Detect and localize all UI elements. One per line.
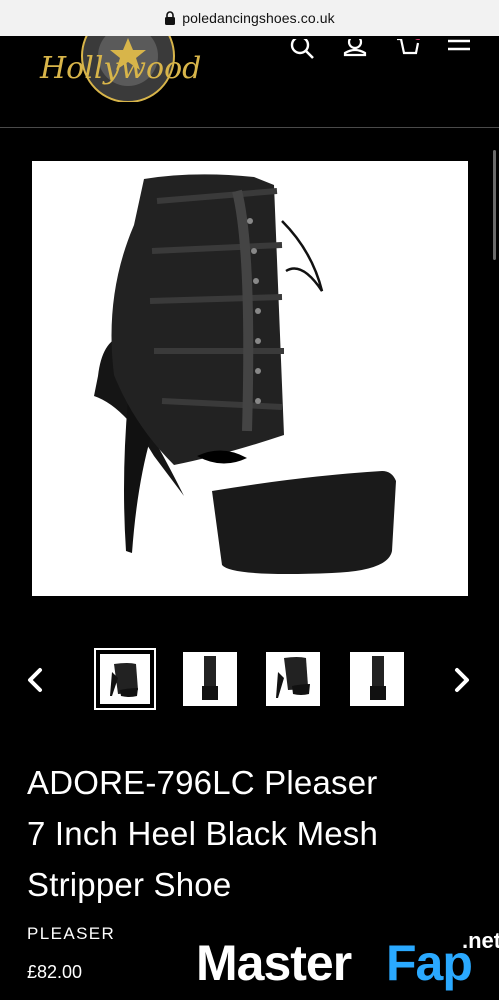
watermark-text-fap: Fap — [386, 935, 473, 991]
search-icon[interactable] — [289, 38, 317, 66]
logo-text: Hollywood — [39, 51, 201, 86]
account-icon[interactable] — [341, 38, 369, 66]
page-scrollbar[interactable] — [493, 150, 496, 260]
product-vendor[interactable]: PLEASER — [27, 924, 115, 944]
header-divider — [0, 127, 499, 128]
site-logo[interactable]: Hollywood — [36, 36, 216, 102]
lock-icon — [165, 11, 176, 25]
thumbnail-4[interactable] — [350, 652, 404, 706]
product-price: £82.00 — [27, 962, 83, 982]
watermark-text-master: Master — [196, 935, 352, 991]
watermark-logo: Master Fap .net — [196, 928, 499, 1000]
product-title-line: Stripper Shoe — [27, 866, 232, 903]
product-title-line: 7 Inch Heel Black Mesh — [27, 815, 379, 852]
product-title-line: ADORE-796LC Pleaser — [27, 764, 378, 801]
site-header: Hollywood — [0, 36, 499, 128]
product-title: ADORE-796LC Pleaser 7 Inch Heel Black Me… — [27, 757, 477, 910]
thumbnail-1[interactable] — [94, 648, 156, 710]
thumbnail-2[interactable] — [183, 652, 237, 706]
product-thumbnails — [0, 648, 499, 710]
thumbnail-3[interactable] — [266, 652, 320, 706]
header-icons — [289, 38, 473, 66]
next-image-button[interactable] — [449, 664, 475, 696]
cart-icon[interactable] — [393, 38, 421, 66]
previous-image-button[interactable] — [22, 664, 48, 696]
menu-icon[interactable] — [445, 38, 473, 66]
browser-url: poledancingshoes.co.uk — [182, 10, 335, 26]
watermark-text-net: .net — [462, 928, 499, 953]
product-main-image[interactable] — [32, 161, 468, 596]
browser-url-bar[interactable]: poledancingshoes.co.uk — [0, 0, 499, 36]
